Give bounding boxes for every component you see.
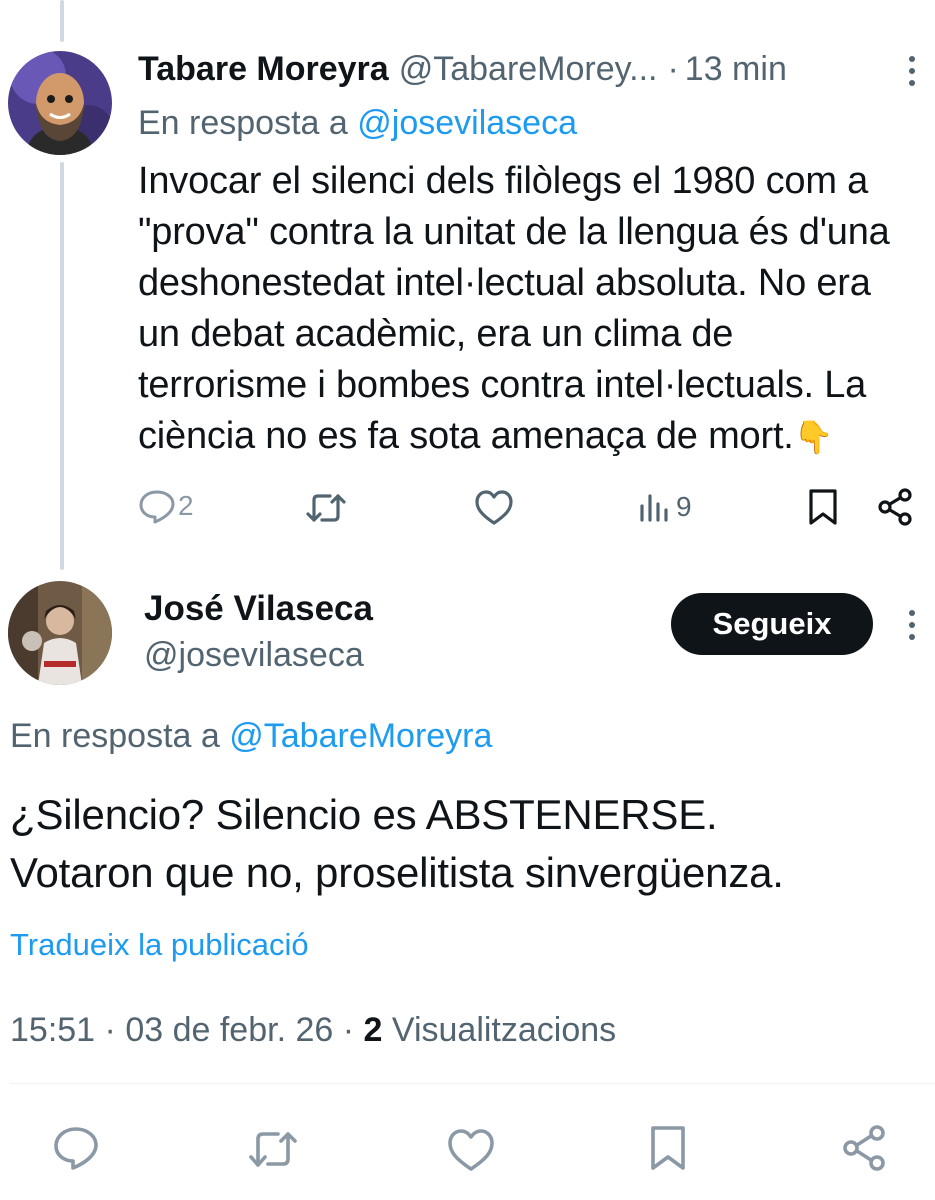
tweet-metadata: 15:51 · 03 de febr. 26 · 2 Visualitzacio… <box>10 1007 616 1053</box>
like-button[interactable] <box>446 1127 496 1173</box>
like-button[interactable] <box>474 489 514 527</box>
thread-line-top <box>60 0 64 42</box>
share-icon <box>840 1124 888 1172</box>
reply-prefix: En resposta a <box>138 104 348 142</box>
text-line: deshonestedat intel·lectual absoluta. No… <box>138 262 871 304</box>
more-options-icon[interactable] <box>909 56 915 86</box>
retweet-icon <box>304 488 348 528</box>
share-button[interactable] <box>876 487 914 527</box>
author-name[interactable]: Tabare Moreyra <box>138 50 389 89</box>
text-line: ciència no es fa sota amenaça de mort. <box>138 415 794 457</box>
tweet-time[interactable]: 15:51 <box>10 1011 95 1049</box>
reply-tweet-header: Tabare Moreyra @TabareMorey... · 13 min <box>138 46 878 92</box>
reply-to-link[interactable]: @josevilaseca <box>357 104 577 142</box>
share-button[interactable] <box>840 1124 888 1172</box>
views-label[interactable]: Visualitzacions <box>392 1011 616 1049</box>
bookmark-button[interactable] <box>648 1124 688 1172</box>
pointing-down-emoji: 👇 <box>793 419 834 455</box>
share-icon <box>876 487 914 527</box>
more-options-icon[interactable] <box>909 610 915 640</box>
text-line: ¿Silencio? Silencio es ABSTENERSE. <box>10 791 718 838</box>
reply-tweet-text: Invocar el silenci dels filòlegs el 1980… <box>138 156 928 463</box>
text-line: Votaron que no, proselitista sinvergüenz… <box>10 849 784 896</box>
separator-dot: · <box>342 1011 355 1049</box>
reply-button[interactable]: 2 <box>138 488 194 524</box>
reply-context: En resposta a @josevilaseca <box>138 100 577 146</box>
retweet-button[interactable] <box>246 1125 300 1173</box>
divider <box>10 1083 935 1084</box>
main-author-name[interactable]: José Vilaseca <box>144 586 373 632</box>
author-handle[interactable]: @TabareMorey... <box>399 50 658 89</box>
retweet-button[interactable] <box>304 488 348 528</box>
retweet-icon <box>246 1125 300 1173</box>
heart-icon <box>474 489 514 527</box>
avatar-tabare[interactable] <box>8 51 112 155</box>
views-count: 9 <box>676 491 692 522</box>
reply-prefix: En resposta a <box>10 717 220 755</box>
translate-link[interactable]: Tradueix la publicació <box>10 925 309 965</box>
timestamp[interactable]: 13 min <box>685 50 787 89</box>
text-line: "prova" contra la unitat de la llengua é… <box>138 211 890 253</box>
reply-icon <box>138 488 176 524</box>
separator-dot: · <box>104 1011 116 1049</box>
text-line: un debat acadèmic, era un clima de <box>138 313 734 355</box>
separator-dot: · <box>667 49 679 88</box>
reply-count: 2 <box>178 490 194 521</box>
heart-icon <box>446 1127 496 1173</box>
views-count: 2 <box>363 1011 383 1049</box>
views-button[interactable]: 9 <box>638 490 692 524</box>
text-line: Invocar el silenci dels filòlegs el 1980… <box>138 160 869 202</box>
main-tweet-text: ¿Silencio? Silencio es ABSTENERSE. Votar… <box>10 786 784 902</box>
bookmark-icon <box>648 1124 688 1172</box>
bookmark-icon <box>807 487 839 527</box>
thread-line <box>60 162 64 570</box>
text-line: terrorisme i bombes contra intel·lectual… <box>138 364 867 406</box>
avatar-jose[interactable] <box>8 581 112 685</box>
bar-chart-icon <box>638 490 672 524</box>
tweet-date[interactable]: 03 de febr. 26 <box>125 1011 333 1049</box>
bookmark-button[interactable] <box>807 487 839 527</box>
follow-button[interactable]: Segueix <box>671 593 873 655</box>
reply-icon <box>52 1125 100 1171</box>
reply-button[interactable] <box>52 1125 100 1171</box>
main-author-handle[interactable]: @josevilaseca <box>144 632 364 678</box>
main-reply-context: En resposta a @TabareMoreyra <box>10 713 492 759</box>
reply-to-link[interactable]: @TabareMoreyra <box>229 717 492 755</box>
